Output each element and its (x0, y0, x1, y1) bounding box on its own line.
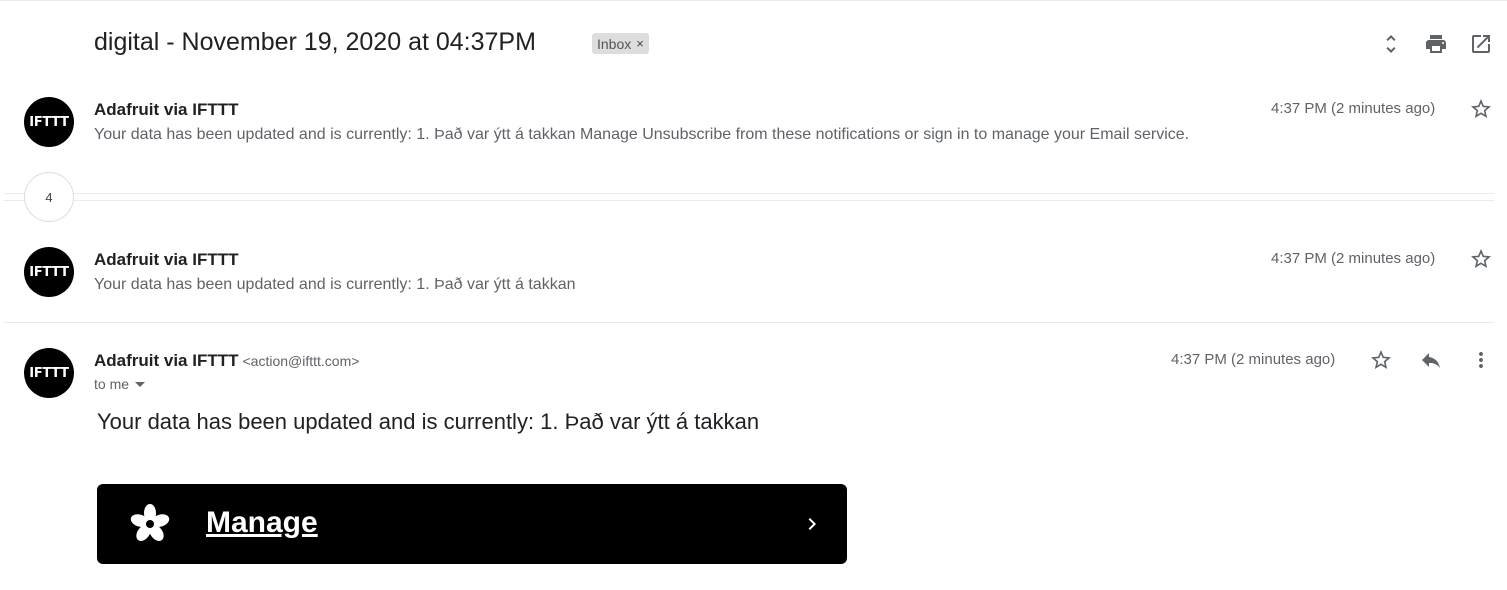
manage-label: Manage (206, 506, 318, 539)
message-snippet: Your data has been updated and is curren… (94, 126, 1190, 143)
sender-email: <action@ifttt.com> (242, 353, 360, 369)
message-time: 4:37 PM (2 minutes ago) (1271, 250, 1436, 267)
star-icon[interactable] (1469, 247, 1493, 276)
thread-subject: digital - November 19, 2020 at 04:37PM (94, 28, 536, 56)
chevron-down-icon (135, 381, 146, 387)
collapsed-divider (4, 200, 1494, 201)
adafruit-flower-icon (130, 504, 170, 541)
star-icon[interactable] (1369, 348, 1393, 377)
reply-icon[interactable] (1419, 348, 1443, 377)
message-time: 4:37 PM (2 minutes ago) (1271, 100, 1436, 117)
expand-collapse-icon[interactable] (1378, 31, 1404, 57)
manage-button[interactable]: Manage (97, 484, 847, 564)
message-body: Your data has been updated and is curren… (97, 409, 760, 434)
chevron-right-icon (808, 518, 816, 530)
message-time: 4:37 PM (2 minutes ago) (1171, 351, 1336, 368)
recipient-details-toggle[interactable]: to me (94, 376, 146, 392)
more-options-icon[interactable] (1469, 348, 1493, 377)
collapsed-divider (4, 193, 1494, 194)
inbox-label-chip[interactable]: Inbox × (592, 33, 649, 54)
message-snippet: Your data has been updated and is curren… (94, 276, 576, 293)
collapsed-messages-count[interactable]: 4 (24, 172, 74, 222)
remove-label-icon[interactable]: × (636, 36, 644, 51)
star-icon[interactable] (1469, 97, 1493, 126)
sender-name: Adafruit via IFTTT <action@ifttt.com> (94, 351, 360, 370)
sender-avatar: IFTTT (24, 247, 74, 297)
sender-name: Adafruit via IFTTT (94, 250, 239, 269)
print-icon[interactable] (1423, 31, 1449, 57)
top-divider (0, 0, 1507, 1)
inbox-label-text: Inbox (597, 35, 632, 52)
message-divider (4, 322, 1494, 323)
sender-name: Adafruit via IFTTT (94, 100, 239, 119)
sender-avatar: IFTTT (24, 348, 74, 398)
sender-avatar: IFTTT (24, 97, 74, 147)
open-in-new-window-icon[interactable] (1468, 31, 1494, 57)
recipient-label: to me (94, 376, 130, 392)
